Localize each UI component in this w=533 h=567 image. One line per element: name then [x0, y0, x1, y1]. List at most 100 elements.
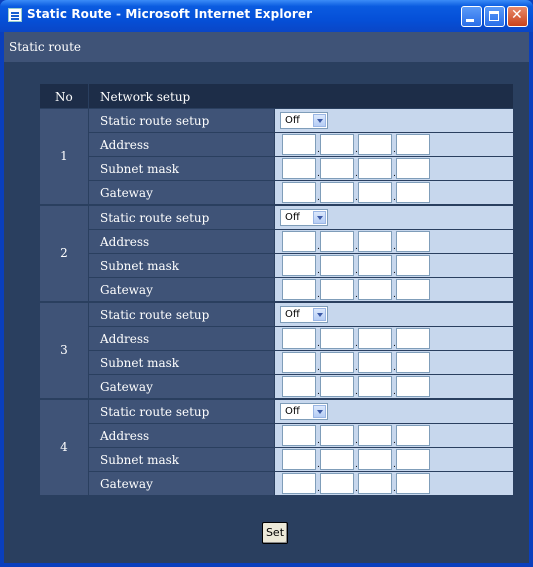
gateway-octet-4-input[interactable] [396, 376, 430, 397]
subnet-mask-octet-4-input[interactable] [396, 449, 430, 470]
static-route-setup-select[interactable]: Off [280, 209, 328, 226]
gateway-octet-4-input[interactable] [396, 473, 430, 494]
subnet-mask-octet-2-input[interactable] [320, 158, 354, 179]
subnet-mask-octet-2-input[interactable] [320, 255, 354, 276]
field-label: Address [100, 235, 150, 249]
chevron-down-icon[interactable] [313, 405, 326, 418]
section-header: Static route [4, 32, 529, 62]
close-button[interactable] [507, 6, 528, 27]
address-octet-4-input[interactable] [396, 134, 430, 155]
field-label-cell: Gateway [89, 375, 274, 398]
field-label: Address [100, 138, 150, 152]
address-octet-1-input[interactable] [282, 328, 316, 349]
route-number: 2 [60, 246, 68, 260]
gateway-octet-2-input[interactable] [320, 473, 354, 494]
address-octet-4-input[interactable] [396, 425, 430, 446]
subnet-mask-octet-1-input[interactable] [282, 255, 316, 276]
address-octet-2-input[interactable] [320, 134, 354, 155]
gateway-octet-3-input[interactable] [358, 182, 392, 203]
subnet-mask-octet-2-input[interactable] [320, 449, 354, 470]
chevron-down-icon[interactable] [313, 114, 326, 127]
field-value-cell: ... [275, 351, 513, 374]
route-number-cell: 3 [40, 303, 88, 398]
gateway-octet-3-input[interactable] [358, 279, 392, 300]
static-route-setup-select[interactable]: Off [280, 306, 328, 323]
subnet-mask-octet-4-input[interactable] [396, 352, 430, 373]
address-octet-2-input[interactable] [320, 328, 354, 349]
column-header-no: No [40, 84, 88, 108]
field-label: Subnet mask [100, 356, 180, 370]
field-label: Subnet mask [100, 259, 180, 273]
field-label: Subnet mask [100, 453, 180, 467]
address-octet-1-input[interactable] [282, 231, 316, 252]
maximize-button[interactable] [484, 6, 505, 27]
address-octet-3-input[interactable] [358, 134, 392, 155]
window-title: Static Route - Microsoft Internet Explor… [27, 7, 313, 21]
field-label-cell: Static route setup [89, 303, 274, 326]
address-octet-1-input[interactable] [282, 134, 316, 155]
gateway-octet-1-input[interactable] [282, 279, 316, 300]
select-value: Off [285, 115, 300, 126]
address-octet-4-input[interactable] [396, 231, 430, 252]
subnet-mask-octet-1-input[interactable] [282, 352, 316, 373]
page-content: Static route No Network setup 1 Static ro… [4, 32, 529, 563]
field-value-cell: ... [275, 230, 513, 253]
set-button[interactable]: Set [262, 522, 288, 544]
subnet-mask-octet-3-input[interactable] [358, 255, 392, 276]
field-value-cell: ... [275, 254, 513, 277]
gateway-octet-1-input[interactable] [282, 182, 316, 203]
field-label: Address [100, 429, 150, 443]
static-route-setup-select[interactable]: Off [280, 403, 328, 420]
field-value-cell: Off [275, 400, 513, 423]
gateway-octet-1-input[interactable] [282, 376, 316, 397]
subnet-mask-octet-1-input[interactable] [282, 158, 316, 179]
select-value: Off [285, 406, 300, 417]
address-octet-3-input[interactable] [358, 328, 392, 349]
subnet-mask-octet-2-input[interactable] [320, 352, 354, 373]
subnet-mask-octet-4-input[interactable] [396, 255, 430, 276]
field-value-cell: ... [275, 448, 513, 471]
gateway-octet-2-input[interactable] [320, 182, 354, 203]
gateway-octet-3-input[interactable] [358, 376, 392, 397]
address-octet-4-input[interactable] [396, 328, 430, 349]
title-bar: Static Route - Microsoft Internet Explor… [0, 0, 533, 32]
subnet-mask-octet-4-input[interactable] [396, 158, 430, 179]
address-octet-3-input[interactable] [358, 231, 392, 252]
address-octet-2-input[interactable] [320, 425, 354, 446]
gateway-octet-2-input[interactable] [320, 279, 354, 300]
field-label-cell: Address [89, 230, 274, 253]
field-value-cell: ... [275, 133, 513, 156]
browser-window: Static Route - Microsoft Internet Explor… [0, 0, 533, 567]
field-label-cell: Subnet mask [89, 254, 274, 277]
route-number-cell: 2 [40, 206, 88, 301]
subnet-mask-octet-3-input[interactable] [358, 158, 392, 179]
static-route-setup-select[interactable]: Off [280, 112, 328, 129]
field-value-cell: ... [275, 327, 513, 350]
address-octet-3-input[interactable] [358, 425, 392, 446]
gateway-octet-4-input[interactable] [396, 279, 430, 300]
address-octet-1-input[interactable] [282, 425, 316, 446]
minimize-button[interactable] [461, 6, 482, 27]
field-label: Gateway [100, 380, 153, 394]
subnet-mask-octet-3-input[interactable] [358, 449, 392, 470]
gateway-octet-2-input[interactable] [320, 376, 354, 397]
field-value-cell: ... [275, 157, 513, 180]
field-label-cell: Address [89, 424, 274, 447]
field-value-cell: ... [275, 472, 513, 495]
chevron-down-icon[interactable] [313, 308, 326, 321]
gateway-octet-4-input[interactable] [396, 182, 430, 203]
field-label-cell: Address [89, 327, 274, 350]
subnet-mask-octet-3-input[interactable] [358, 352, 392, 373]
gateway-octet-1-input[interactable] [282, 473, 316, 494]
field-value-cell: ... [275, 375, 513, 398]
route-number-cell: 1 [40, 109, 88, 204]
field-label: Static route setup [100, 211, 210, 225]
field-label-cell: Subnet mask [89, 351, 274, 374]
chevron-down-icon[interactable] [313, 211, 326, 224]
address-octet-2-input[interactable] [320, 231, 354, 252]
column-header-network-label: Network setup [100, 90, 191, 104]
field-label: Gateway [100, 186, 153, 200]
subnet-mask-octet-1-input[interactable] [282, 449, 316, 470]
gateway-octet-3-input[interactable] [358, 473, 392, 494]
route-number: 3 [60, 343, 68, 357]
